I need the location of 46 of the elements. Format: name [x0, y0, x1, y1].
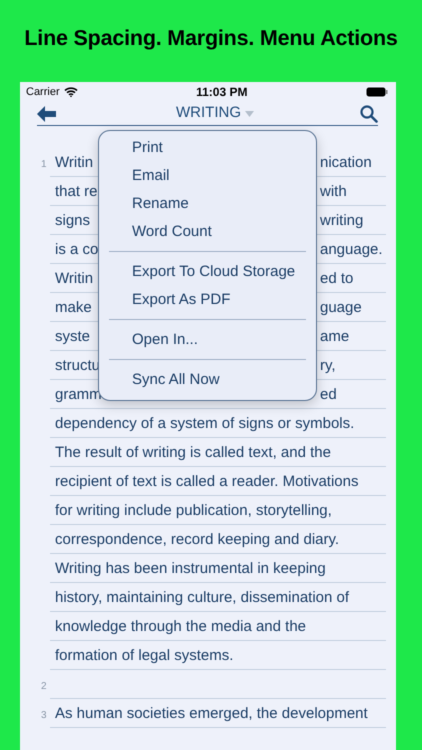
menu-item[interactable]: Email [99, 162, 316, 190]
text-line: correspondence, record keeping and diary. [55, 530, 340, 550]
text-line: dependency of a system of signs or symbols. [55, 414, 354, 434]
document-title[interactable]: WRITING [176, 102, 241, 125]
battery-icon [366, 87, 388, 97]
text-line: nication [320, 153, 372, 173]
wifi-icon [64, 87, 78, 97]
text-line: ame [320, 327, 350, 347]
text-line: gramm [55, 385, 102, 405]
text-line: with [320, 182, 347, 202]
text-line: ed [320, 385, 337, 405]
menu-item[interactable]: Rename [99, 190, 316, 218]
paragraph-number: 1 [41, 158, 47, 172]
text-line: recipient of text is called a reader. Motivations [55, 472, 358, 492]
text-line: Writin [55, 269, 94, 289]
text-line: anguage. [320, 240, 383, 260]
status-time: 11:03 PM [196, 84, 248, 101]
text-line: signs [55, 211, 90, 231]
text-line: The result of writing is called text, and the [55, 443, 331, 463]
paragraph-number: 2 [41, 680, 47, 694]
carrier-label: Carrier [26, 84, 60, 100]
menu-item[interactable]: Sync All Now [99, 366, 316, 394]
menu-item[interactable]: Print [99, 134, 316, 162]
text-line: As human societies emerged, the development [55, 704, 368, 724]
back-arrow-icon[interactable] [37, 106, 56, 122]
paragraph-number: 3 [41, 709, 47, 723]
headline: Line Spacing. Margins. Menu Actions [23, 25, 399, 52]
text-line: Writin [55, 153, 94, 173]
search-icon[interactable] [360, 104, 378, 122]
text-line: ed to [320, 269, 354, 289]
menu-item[interactable]: Open In... [99, 326, 316, 354]
text-line: history, maintaining culture, dissemination of [55, 588, 350, 608]
menu-item[interactable]: Word Count [99, 218, 316, 246]
menu-item[interactable]: Export As PDF [99, 286, 316, 314]
text-line: ry, [320, 356, 336, 376]
text-line: is a co [55, 240, 98, 260]
text-line: formation of legal systems. [55, 646, 234, 666]
text-line: knowledge through the media and the [55, 617, 306, 637]
text-line: make [55, 298, 92, 318]
text-line: syste [55, 327, 90, 347]
text-line: for writing include publication, storytelling, [55, 501, 332, 521]
text-line: writing [320, 211, 364, 231]
text-line: Writing has been instrumental in keeping [55, 559, 326, 579]
text-line: that re [55, 182, 98, 202]
menu-item[interactable]: Export To Cloud Storage [99, 258, 316, 286]
text-line: guage [320, 298, 362, 318]
